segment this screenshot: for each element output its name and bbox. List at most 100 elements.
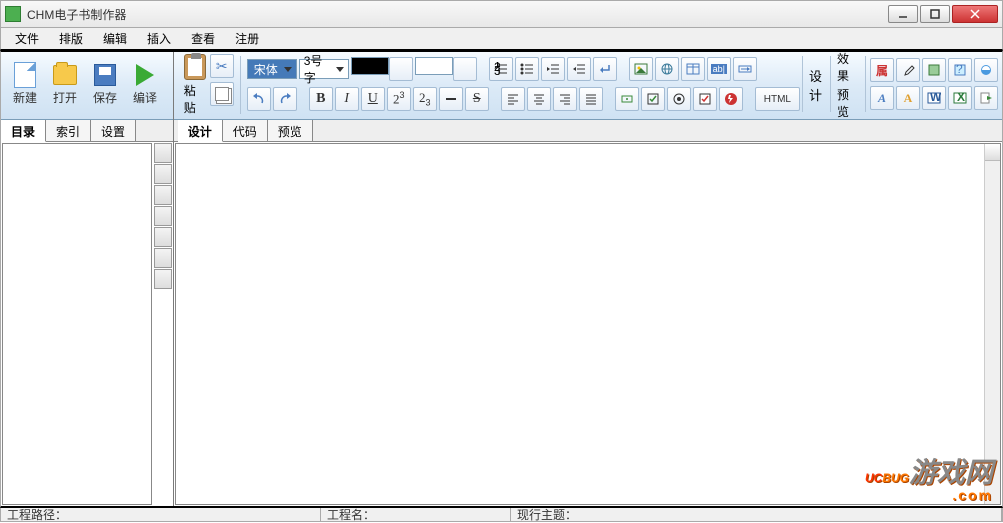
effect-preview-button[interactable]: 效果 预览 <box>830 56 863 112</box>
design-mode-button[interactable]: 设计 <box>802 56 828 112</box>
tab-index[interactable]: 索引 <box>46 120 91 141</box>
image-icon <box>634 62 648 76</box>
html-button[interactable]: HTML <box>755 87 800 111</box>
scissors-icon: ✂ <box>216 58 228 75</box>
object-icon <box>927 63 941 77</box>
outdent-button[interactable] <box>541 57 565 81</box>
align-center-button[interactable] <box>527 87 551 111</box>
insert-checkbox2-button[interactable] <box>693 87 717 111</box>
export-button[interactable] <box>974 86 998 110</box>
close-button[interactable] <box>952 5 998 23</box>
ie-button[interactable] <box>974 58 998 82</box>
superscript-button[interactable]: 23 <box>387 87 411 111</box>
new-button[interactable]: 新建 <box>5 56 45 112</box>
indent-icon <box>572 62 586 76</box>
subscript-button[interactable]: 23 <box>413 87 437 111</box>
strike-button[interactable]: S <box>465 87 489 111</box>
redo-button[interactable] <box>273 87 297 111</box>
clipboard-icon <box>184 54 206 80</box>
open-label: 打开 <box>53 89 77 106</box>
backcolor-dropdown[interactable] <box>453 57 477 81</box>
menu-file[interactable]: 文件 <box>7 28 47 49</box>
excel-button[interactable]: X <box>948 86 972 110</box>
tab-toc[interactable]: 目录 <box>1 120 46 142</box>
format-toolbar: 粘贴 ✂ 宋体 3号字 123 <box>174 52 1002 120</box>
checkbox-icon <box>646 92 660 106</box>
backcolor-swatch[interactable] <box>415 57 453 75</box>
linebreak-button[interactable] <box>593 57 617 81</box>
font-family-select[interactable]: 宋体 <box>247 59 297 79</box>
link-icon <box>660 62 674 76</box>
chm-button[interactable]: ? <box>948 58 972 82</box>
tab-preview[interactable]: 预览 <box>268 120 313 141</box>
forecolor-swatch[interactable] <box>351 57 389 75</box>
insert-checkbox-button[interactable] <box>641 87 665 111</box>
underline-button[interactable]: U <box>361 87 385 111</box>
vertical-scrollbar[interactable] <box>984 144 1000 504</box>
paste-group: 粘贴 ✂ <box>178 56 241 114</box>
menu-view[interactable]: 查看 <box>183 28 223 49</box>
insert-object-button[interactable] <box>922 58 946 82</box>
list-bullet-button[interactable] <box>515 57 539 81</box>
undo-icon <box>252 92 266 106</box>
align-left-button[interactable] <box>501 87 525 111</box>
italic-button[interactable]: I <box>335 87 359 111</box>
align-justify-button[interactable] <box>579 87 603 111</box>
indent-button[interactable] <box>567 57 591 81</box>
tree-btn-7[interactable] <box>154 269 172 289</box>
status-path: 工程路径： <box>1 508 321 521</box>
word-button[interactable]: W <box>922 86 946 110</box>
open-button[interactable]: 打开 <box>45 56 85 112</box>
toc-tree[interactable] <box>2 143 152 505</box>
tab-design[interactable]: 设计 <box>178 120 223 142</box>
tree-btn-6[interactable] <box>154 248 172 268</box>
tab-code[interactable]: 代码 <box>223 120 268 141</box>
insert-button-button[interactable] <box>615 87 639 111</box>
insert-image-button[interactable] <box>629 57 653 81</box>
save-button[interactable]: 保存 <box>85 56 125 112</box>
align-right-button[interactable] <box>553 87 577 111</box>
maximize-button[interactable] <box>920 5 950 23</box>
app-icon <box>5 6 21 22</box>
tree-btn-5[interactable] <box>154 227 172 247</box>
cut-button[interactable]: ✂ <box>210 54 234 78</box>
tree-btn-4[interactable] <box>154 206 172 226</box>
forecolor-dropdown[interactable] <box>389 57 413 81</box>
compile-button[interactable]: 编译 <box>125 56 165 112</box>
menubar: 文件 排版 编辑 插入 查看 注册 <box>0 28 1003 50</box>
tree-btn-3[interactable] <box>154 185 172 205</box>
font-a2-button[interactable]: A <box>896 86 920 110</box>
folder-icon <box>53 65 77 85</box>
hr-button[interactable] <box>439 87 463 111</box>
editor-canvas[interactable] <box>175 143 1001 505</box>
menu-insert[interactable]: 插入 <box>139 28 179 49</box>
align-center-icon <box>532 92 546 106</box>
align-right-icon <box>558 92 572 106</box>
insert-radio-button[interactable] <box>667 87 691 111</box>
chevron-down-icon <box>336 67 344 72</box>
font-a1-button[interactable]: A <box>870 86 894 110</box>
marquee-icon <box>738 62 752 76</box>
insert-flash-button[interactable] <box>719 87 743 111</box>
menu-edit[interactable]: 编辑 <box>95 28 135 49</box>
insert-table-button[interactable] <box>681 57 705 81</box>
minimize-button[interactable] <box>888 5 918 23</box>
bold-button[interactable]: B <box>309 87 333 111</box>
copy-icon <box>215 87 229 101</box>
insert-link-button[interactable] <box>655 57 679 81</box>
menu-register[interactable]: 注册 <box>227 28 267 49</box>
copy-button[interactable] <box>210 82 234 106</box>
insert-marquee-button[interactable] <box>733 57 757 81</box>
menu-layout[interactable]: 排版 <box>51 28 91 49</box>
tree-btn-2[interactable] <box>154 164 172 184</box>
subscript-icon: 23 <box>419 90 431 108</box>
paste-button[interactable]: 粘贴 <box>184 82 206 116</box>
insert-textbox-button[interactable]: ab| <box>707 57 731 81</box>
tab-settings[interactable]: 设置 <box>91 120 136 141</box>
eyedropper-button[interactable] <box>896 58 920 82</box>
properties-button[interactable]: 属 <box>870 58 894 82</box>
font-size-select[interactable]: 3号字 <box>299 59 349 79</box>
list-numbered-button[interactable]: 123 <box>489 57 513 81</box>
tree-btn-1[interactable] <box>154 143 172 163</box>
undo-button[interactable] <box>247 87 271 111</box>
